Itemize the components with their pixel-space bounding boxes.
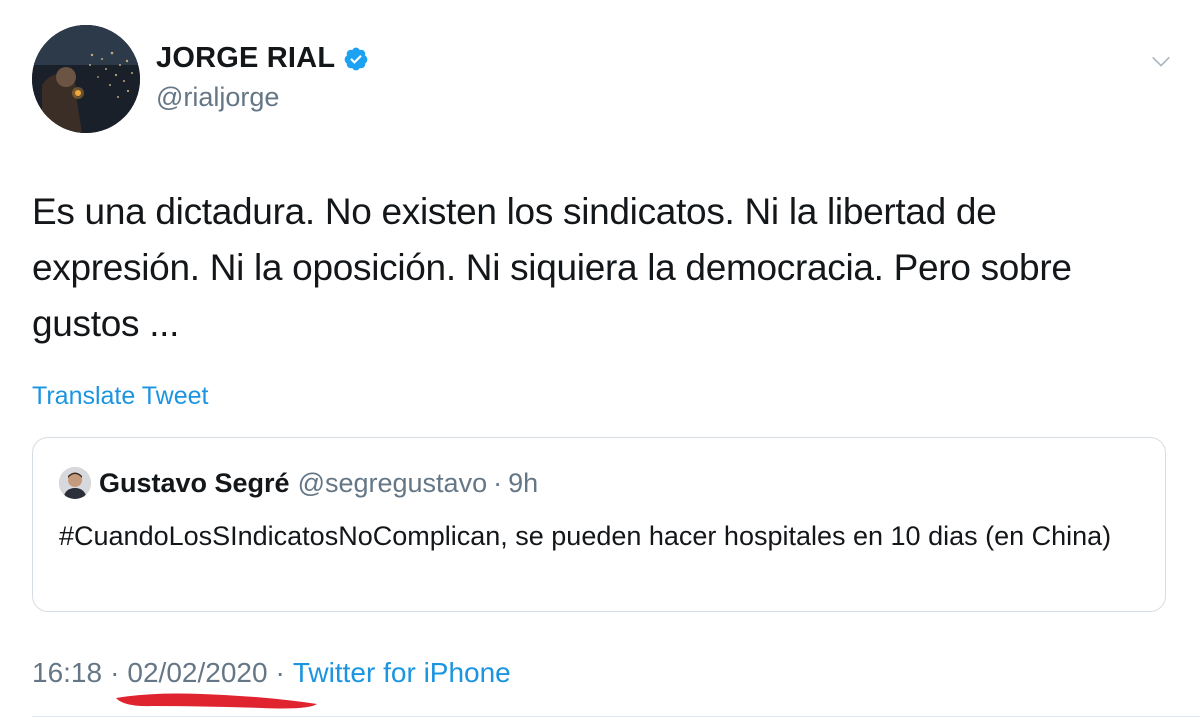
meta-separator: · <box>275 657 285 688</box>
tweet-time[interactable]: 16:18 <box>32 657 102 689</box>
quoted-tweet[interactable]: Gustavo Segré @segregustavo · 9h #Cuando… <box>32 437 1166 612</box>
tweet-source-link[interactable]: Twitter for iPhone <box>293 657 511 689</box>
tweet-text: Es una dictadura. No existen los sindica… <box>32 191 1072 344</box>
tweet-meta: 16:18 · 02/02/2020 · Twitter for iPhone <box>32 657 511 689</box>
author-display-name[interactable]: JORGE RIAL <box>156 42 369 75</box>
red-underline-annotation <box>116 693 317 709</box>
translate-tweet-link[interactable]: Translate Tweet <box>32 382 208 411</box>
meta-separator: · <box>110 657 120 688</box>
avatar-photo <box>32 25 140 133</box>
chevron-down-icon[interactable] <box>1150 50 1172 72</box>
quoted-handle: @segregustavo <box>297 467 488 498</box>
quoted-tweet-text: #CuandoLosSIndicatosNoComplican, se pued… <box>59 521 1112 551</box>
divider <box>32 716 1200 717</box>
quoted-separator: · <box>493 467 503 498</box>
avatar[interactable] <box>32 25 140 133</box>
quoted-tweet-header: Gustavo Segré @segregustavo · 9h <box>59 467 538 499</box>
tweet-card: JORGE RIAL @rialjorge Es una dictadura. … <box>0 0 1200 721</box>
quoted-time: 9h <box>508 467 539 498</box>
verified-badge-icon <box>344 47 368 70</box>
author-handle[interactable]: @rialjorge <box>156 82 279 113</box>
quoted-avatar <box>59 467 91 499</box>
quoted-display-name: Gustavo Segré <box>99 467 290 498</box>
tweet-date[interactable]: 02/02/2020 <box>127 657 267 689</box>
author-name-text: JORGE RIAL <box>156 42 336 74</box>
quoted-avatar-photo <box>59 467 91 499</box>
